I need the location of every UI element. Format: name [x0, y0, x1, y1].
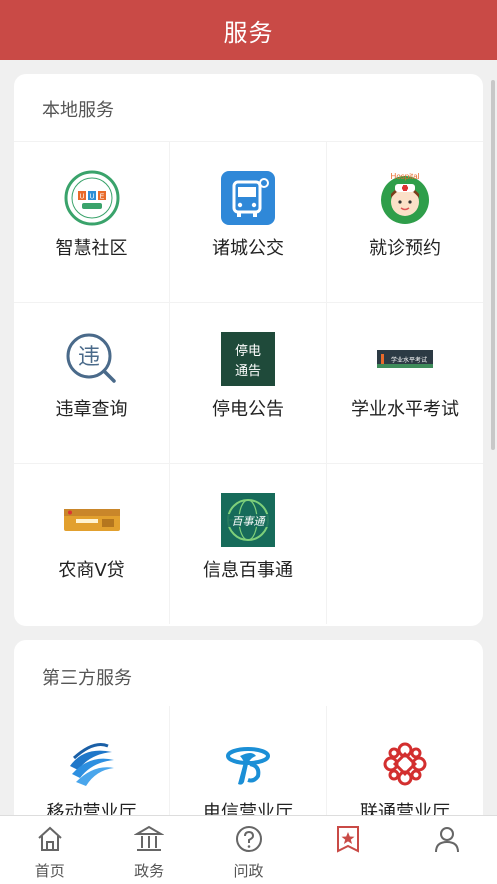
loan-card-icon	[63, 492, 120, 548]
page-header: 服务	[0, 0, 497, 60]
violation-search-icon: 违	[64, 331, 120, 387]
tab-label: 首页	[34, 862, 65, 880]
empty-cell	[327, 463, 483, 624]
local-services-title: 本地服务	[42, 100, 114, 121]
svg-text:停电: 停电	[235, 343, 261, 359]
question-icon	[235, 826, 262, 852]
tab-label: 问政	[233, 862, 264, 880]
svg-text:U: U	[89, 194, 94, 201]
svg-text:通告: 通告	[235, 364, 261, 379]
home-icon	[38, 826, 62, 851]
service-label: 智慧社区	[55, 238, 128, 259]
smart-community-icon: U U E	[64, 170, 120, 226]
service-item-violation[interactable]: 违 违章查询	[14, 302, 170, 463]
service-item-smart-community[interactable]: U U E 智慧社区	[14, 141, 170, 302]
local-services-grid: U U E 智慧社区 诸城公交 Hospital 就诊预约 违 违章查询 停电 …	[14, 141, 483, 624]
scrollbar[interactable]	[491, 80, 495, 450]
china-mobile-icon	[64, 736, 120, 792]
svg-text:E: E	[99, 194, 104, 201]
china-telecom-icon	[220, 736, 276, 792]
power-outage-icon: 停电 通告	[220, 331, 276, 387]
tab-profile[interactable]	[398, 816, 497, 884]
service-label: 违章查询	[55, 399, 128, 420]
bottom-tab-bar: 首页 政务 问政	[0, 815, 497, 884]
info-icon: 百事通	[220, 492, 276, 548]
svg-text:Hospital: Hospital	[391, 172, 420, 181]
service-label: 就诊预约	[369, 238, 441, 259]
service-label: 农商V贷	[58, 560, 125, 581]
tab-inquiry[interactable]: 问政	[199, 816, 298, 884]
tab-government[interactable]: 政务	[99, 816, 198, 884]
china-unicom-icon	[377, 736, 433, 792]
nurse-icon: Hospital	[377, 170, 433, 226]
tab-service[interactable]	[298, 816, 397, 884]
service-label: 停电公告	[212, 399, 284, 420]
bus-icon	[220, 170, 276, 226]
svg-text:学业水平考试: 学业水平考试	[391, 356, 427, 364]
government-icon	[134, 825, 165, 851]
service-label: 信息百事通	[203, 560, 293, 581]
service-star-icon	[336, 826, 359, 853]
service-item-bus[interactable]: 诸城公交	[170, 141, 327, 302]
profile-icon	[435, 827, 460, 853]
local-services-card: 本地服务 U U E 智慧社区 诸城公交 Hospital 就诊预约 违 违章查…	[14, 74, 483, 626]
third-party-services-title: 第三方服务	[42, 668, 132, 689]
third-party-services-card: 第三方服务 移动营业厅 电信营业厅 联通营业厅	[14, 640, 483, 840]
svg-text:百事通: 百事通	[232, 515, 267, 528]
service-item-exam[interactable]: 学业水平考试 学业水平考试	[327, 302, 483, 463]
service-item-info[interactable]: 百事通 信息百事通	[170, 463, 327, 624]
svg-text:U: U	[79, 194, 84, 201]
service-item-power-outage[interactable]: 停电 通告 停电公告	[170, 302, 327, 463]
service-label: 学业水平考试	[351, 399, 459, 420]
exam-icon: 学业水平考试	[377, 331, 433, 387]
tab-label: 政务	[134, 862, 165, 880]
service-item-loan[interactable]: 农商V贷	[14, 463, 170, 624]
tab-home[interactable]: 首页	[0, 816, 99, 884]
svg-text:违: 违	[77, 345, 99, 370]
service-label: 诸城公交	[212, 238, 284, 259]
service-item-appointment[interactable]: Hospital 就诊预约	[327, 141, 483, 302]
page-title: 服务	[223, 18, 274, 47]
